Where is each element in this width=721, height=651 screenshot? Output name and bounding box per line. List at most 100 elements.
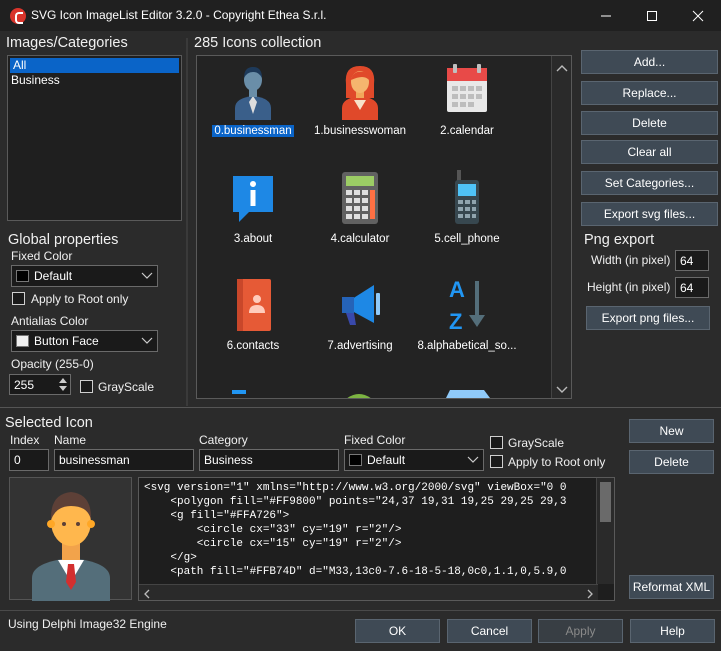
icon-label: 4.calculator (330, 233, 390, 245)
icon-label: 0.businessman (212, 125, 294, 137)
icon-item[interactable]: A Z 8.alphabetical_so... (412, 277, 522, 352)
clear-all-button[interactable]: Clear all (581, 140, 718, 164)
selected-grayscale-label: GrayScale (508, 436, 565, 450)
partial-icon (232, 388, 246, 398)
category-input[interactable]: Business (199, 449, 339, 471)
scroll-thumb[interactable] (600, 482, 611, 522)
export-svg-button[interactable]: Export svg files... (581, 202, 718, 226)
index-label: Index (10, 433, 40, 447)
icon-item[interactable]: 1.businesswoman (305, 62, 415, 137)
set-categories-button[interactable]: Set Categories... (581, 171, 718, 195)
selected-fixed-color-label: Fixed Color (344, 433, 406, 447)
maximize-icon (647, 10, 657, 21)
editor-vscrollbar[interactable] (596, 478, 614, 584)
icon-item[interactable]: 7.advertising (305, 277, 415, 352)
contacts-icon (237, 279, 271, 331)
minimize-button[interactable] (583, 0, 629, 31)
cell-phone-icon (455, 170, 479, 224)
partial-android-icon (347, 394, 371, 398)
close-button[interactable] (675, 0, 721, 31)
delete-icon-button[interactable]: Delete (629, 450, 714, 474)
width-label: Width (in pixel) (591, 253, 671, 267)
businesswoman-icon (342, 66, 378, 120)
icon-label: 6.contacts (226, 340, 280, 352)
maximize-button[interactable] (629, 0, 675, 31)
close-icon (692, 10, 704, 21)
replace-button[interactable]: Replace... (581, 81, 718, 105)
icon-item[interactable]: 2.calendar (412, 62, 522, 137)
name-label: Name (54, 433, 87, 447)
help-button[interactable]: Help (630, 619, 715, 643)
category-label: Category (199, 433, 248, 447)
businessman-icon (235, 67, 271, 120)
grayscale-checkbox[interactable] (80, 380, 93, 393)
name-input[interactable]: businessman (54, 449, 194, 471)
reformat-xml-button[interactable]: Reformat XML (629, 575, 714, 599)
png-width-input[interactable]: 64 (675, 250, 709, 271)
code-line: </g> (144, 552, 197, 564)
color-swatch (349, 454, 362, 466)
partial-sort-icon (232, 390, 246, 394)
advertising-icon (342, 285, 380, 325)
global-properties-title: Global properties (8, 232, 119, 248)
export-png-button[interactable]: Export png files... (586, 306, 710, 330)
category-item-all[interactable]: All (10, 58, 179, 73)
apply-root-checkbox[interactable] (12, 292, 25, 305)
category-item-business[interactable]: Business (8, 73, 181, 88)
antialias-combo[interactable]: Button Face (11, 330, 158, 352)
selected-apply-root-checkbox[interactable] (490, 455, 503, 468)
apply-root-label: Apply to Root only (31, 292, 129, 306)
partial-icon (446, 386, 490, 398)
categories-title: Images/Categories (6, 35, 128, 51)
fixed-color-label: Fixed Color (11, 249, 73, 263)
svg-text:A: A (449, 277, 465, 302)
fixed-color-value: Default (34, 269, 73, 283)
scroll-down-icon[interactable] (556, 386, 568, 394)
color-swatch (16, 270, 29, 282)
antialias-label: Antialias Color (11, 314, 89, 328)
code-line: <svg version="1" xmlns="http://www.w3.or… (144, 482, 567, 494)
add-button[interactable]: Add... (581, 50, 718, 74)
selected-icon-title: Selected Icon (5, 415, 93, 431)
png-height-input[interactable]: 64 (675, 277, 709, 298)
new-icon-button[interactable]: New (629, 419, 714, 443)
ok-button[interactable]: OK (355, 619, 440, 643)
icon-item[interactable]: 5.cell_phone (412, 170, 522, 245)
editor-hscrollbar[interactable] (139, 584, 598, 600)
fixed-color-combo[interactable]: Default (11, 265, 158, 287)
opacity-spin[interactable]: 255 (9, 374, 71, 395)
opacity-value: 255 (14, 378, 35, 392)
collection-title: 285 Icons collection (194, 35, 322, 51)
about-icon (233, 176, 273, 222)
selected-grayscale-checkbox[interactable] (490, 436, 503, 449)
scroll-right-icon[interactable] (586, 589, 594, 599)
icon-item[interactable]: 0.businessman (198, 62, 308, 137)
icon-item[interactable]: 6.contacts (198, 277, 308, 352)
calculator-icon (342, 172, 378, 224)
index-input[interactable]: 0 (9, 449, 49, 471)
selected-fixed-color-combo[interactable]: Default (344, 449, 484, 471)
app-logo-icon (10, 8, 26, 24)
svg-text:Z: Z (449, 309, 462, 334)
icon-preview (9, 477, 132, 601)
icon-item[interactable]: 3.about (198, 170, 308, 245)
grayscale-label: GrayScale (98, 380, 155, 394)
scroll-left-icon[interactable] (143, 589, 151, 599)
selected-fixed-color-value: Default (367, 453, 406, 467)
scroll-up-icon[interactable] (556, 64, 568, 72)
icons-scrollbar[interactable] (551, 56, 571, 398)
chevron-down-icon (141, 337, 153, 344)
panel-splitter[interactable] (186, 38, 188, 406)
svg-code-editor[interactable]: <svg version="1" xmlns="http://www.w3.or… (138, 477, 615, 601)
icon-item[interactable]: 4.calculator (305, 170, 415, 245)
selected-apply-root-label: Apply to Root only (508, 455, 606, 469)
code-line: <circle cx="15" cy="19" r="2"/> (144, 538, 402, 550)
cancel-button[interactable]: Cancel (447, 619, 532, 643)
png-export-title: Png export (584, 232, 655, 248)
partial-document-icon (446, 390, 490, 398)
spin-arrows-icon[interactable] (58, 377, 68, 392)
apply-button[interactable]: Apply (538, 619, 623, 643)
delete-button[interactable]: Delete (581, 111, 718, 135)
categories-list[interactable]: All Business (7, 55, 182, 221)
minimize-icon (601, 15, 611, 16)
